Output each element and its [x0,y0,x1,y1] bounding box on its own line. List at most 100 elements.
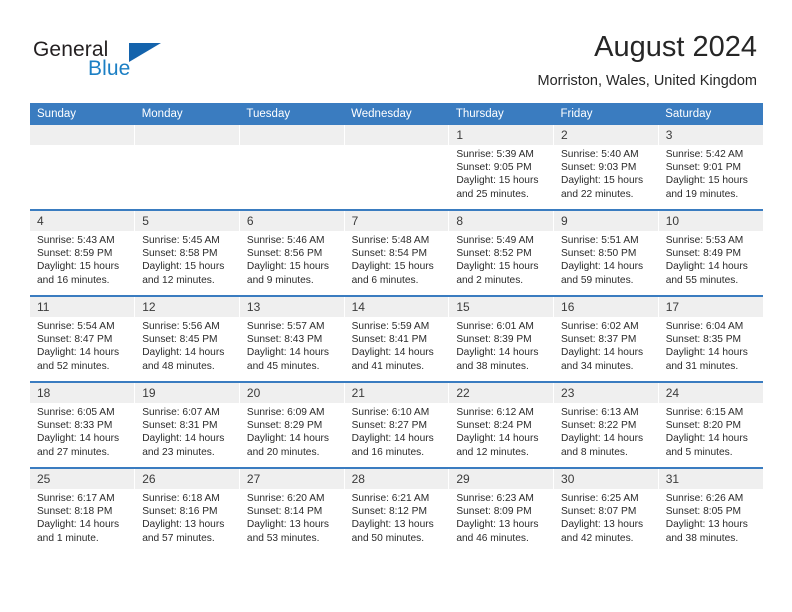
day-details: Sunrise: 6:20 AM Sunset: 8:14 PM Daylight:… [240,489,344,545]
daylight-duration-line2: and 55 minutes. [665,274,739,286]
calendar-day-cell[interactable]: 5 Sunrise: 5:45 AM Sunset: 8:58 PM Daylight… [134,209,240,296]
daylight-duration-line1: Daylight: 14 hours [142,433,225,445]
day-details: Sunrise: 6:05 AM Sunset: 8:33 PM Daylight:… [30,403,134,459]
calendar-day-cell[interactable]: 1 Sunrise: 5:39 AM Sunset: 9:05 PM Daylight… [448,125,554,210]
calendar-week-row: 18 Sunrise: 6:05 AM Sunset: 8:33 PM Dayligh… [30,381,763,468]
daylight-duration-line1: Daylight: 13 hours [142,519,225,531]
calendar-day-cell[interactable]: 13 Sunrise: 5:57 AM Sunset: 8:43 PM Dayligh… [238,295,345,382]
weekday-header-row: Sunday Monday Tuesday Wednesday Thursday… [30,103,763,125]
calendar-day-cell[interactable]: 29 Sunrise: 6:23 AM Sunset: 8:09 PM Dayligh… [448,467,554,553]
day-number: 9 [554,211,658,231]
sunrise-time: Sunrise: 6:10 AM [351,407,430,418]
calendar-day-cell[interactable]: 18 Sunrise: 6:05 AM Sunset: 8:33 PM Dayligh… [30,381,135,468]
calendar-day-cell[interactable]: 22 Sunrise: 6:12 AM Sunset: 8:24 PM Dayligh… [448,381,554,468]
calendar-day-cell[interactable]: 19 Sunrise: 6:07 AM Sunset: 8:31 PM Dayligh… [134,381,240,468]
calendar-day-cell[interactable]: 16 Sunrise: 6:02 AM Sunset: 8:37 PM Dayligh… [553,295,659,382]
sunrise-time: Sunrise: 5:53 AM [665,235,744,246]
calendar-day-cell[interactable]: 23 Sunrise: 6:13 AM Sunset: 8:22 PM Dayligh… [553,381,659,468]
daylight-duration-line1: Daylight: 13 hours [561,519,644,531]
calendar-day-cell[interactable]: 8 Sunrise: 5:49 AM Sunset: 8:52 PM Daylight… [448,209,554,296]
sunrise-time: Sunrise: 6:23 AM [456,493,534,504]
calendar-day-cell[interactable]: 26 Sunrise: 6:18 AM Sunset: 8:16 PM Dayligh… [134,467,240,553]
logo-text-blue: Blue [88,57,131,80]
calendar-day-cell[interactable]: 21 Sunrise: 6:10 AM Sunset: 8:27 PM Dayligh… [343,381,449,468]
daylight-duration-line2: and 34 minutes. [561,360,634,372]
sunrise-time: Sunrise: 5:48 AM [351,235,430,246]
calendar-day-cell[interactable]: 3 Sunrise: 5:42 AM Sunset: 9:01 PM Daylight… [657,125,763,210]
calendar-day-cell[interactable]: 17 Sunrise: 6:04 AM Sunset: 8:35 PM Dayligh… [657,295,763,382]
daylight-duration-line1: Daylight: 14 hours [142,347,225,359]
daylight-duration-line2: and 45 minutes. [246,360,320,372]
daylight-duration-line1: Daylight: 15 hours [561,175,644,187]
page-title: August 2024 [594,31,757,63]
daylight-duration-line1: Daylight: 14 hours [246,433,330,445]
sunrise-time: Sunrise: 6:13 AM [561,407,639,418]
daylight-duration-line2: and 20 minutes. [246,446,320,458]
sunrise-time: Sunrise: 6:25 AM [561,493,639,504]
calendar-day-cell[interactable]: 28 Sunrise: 6:21 AM Sunset: 8:12 PM Dayligh… [343,467,449,553]
daylight-duration-line2: and 38 minutes. [456,360,529,372]
daylight-duration-line1: Daylight: 14 hours [456,433,539,445]
calendar-day-cell[interactable]: 9 Sunrise: 5:51 AM Sunset: 8:50 PM Daylight… [553,209,659,296]
day-details: Sunrise: 5:51 AM Sunset: 8:50 PM Daylight:… [554,231,658,287]
calendar-day-cell[interactable]: 31 Sunrise: 6:26 AM Sunset: 8:05 PM Dayligh… [657,467,763,553]
day-details: Sunrise: 5:49 AM Sunset: 8:52 PM Daylight:… [449,231,553,287]
sunrise-time: Sunrise: 5:45 AM [142,235,220,246]
weekday-header-sunday: Sunday [30,103,135,125]
calendar-day-cell[interactable]: 10 Sunrise: 5:53 AM Sunset: 8:49 PM Dayligh… [657,209,763,296]
day-number: 1 [449,125,554,145]
sunrise-time: Sunrise: 6:05 AM [37,407,115,418]
daylight-duration-line2: and 8 minutes. [561,446,628,458]
title-block: August 2024 Morriston, Wales, United Kin… [538,30,757,90]
day-number: 19 [135,383,239,403]
day-number: 18 [30,383,135,403]
daylight-duration-line1: Daylight: 14 hours [665,347,748,359]
calendar-day-cell[interactable]: 2 Sunrise: 5:40 AM Sunset: 9:03 PM Daylight… [553,125,659,210]
day-details: Sunrise: 5:54 AM Sunset: 8:47 PM Daylight:… [30,317,134,373]
calendar-day-cell[interactable]: 20 Sunrise: 6:09 AM Sunset: 8:29 PM Dayligh… [238,381,345,468]
day-details: Sunrise: 5:53 AM Sunset: 8:49 PM Daylight:… [659,231,763,287]
sunset-time: Sunset: 8:31 PM [142,420,218,432]
sunset-time: Sunset: 9:05 PM [456,162,532,174]
sunrise-time: Sunrise: 6:17 AM [37,493,115,504]
day-number: 20 [239,383,344,403]
daylight-duration-line2: and 50 minutes. [351,532,425,544]
calendar-day-cell[interactable]: 25 Sunrise: 6:17 AM Sunset: 8:18 PM Dayligh… [30,467,135,553]
calendar-day-cell[interactable]: 27 Sunrise: 6:20 AM Sunset: 8:14 PM Dayligh… [238,467,345,553]
sunset-time: Sunset: 8:05 PM [665,506,742,518]
calendar-day-cell[interactable]: 4 Sunrise: 5:43 AM Sunset: 8:59 PM Daylight… [30,209,135,296]
day-number: 29 [449,469,554,489]
day-details: Sunrise: 6:21 AM Sunset: 8:12 PM Daylight:… [345,489,449,545]
day-details: Sunrise: 6:23 AM Sunset: 8:09 PM Daylight:… [449,489,553,545]
calendar-day-cell[interactable]: 6 Sunrise: 5:46 AM Sunset: 8:56 PM Daylight… [238,209,345,296]
sunset-time: Sunset: 8:43 PM [246,334,323,346]
day-number [30,125,135,145]
daylight-duration-line2: and 52 minutes. [37,360,110,372]
general-blue-logo[interactable]: General Blue [33,38,173,84]
sunset-time: Sunset: 8:50 PM [561,248,637,260]
calendar-cell-empty [343,125,449,210]
calendar-day-cell[interactable]: 12 Sunrise: 5:56 AM Sunset: 8:45 PM Dayligh… [134,295,240,382]
calendar-day-cell[interactable]: 11 Sunrise: 5:54 AM Sunset: 8:47 PM Dayligh… [30,295,135,382]
daylight-duration-line2: and 31 minutes. [665,360,739,372]
sunrise-time: Sunrise: 5:46 AM [246,235,325,246]
calendar-day-cell[interactable]: 15 Sunrise: 6:01 AM Sunset: 8:39 PM Dayligh… [448,295,554,382]
weekday-header-saturday: Saturday [658,103,763,125]
calendar-day-cell[interactable]: 24 Sunrise: 6:15 AM Sunset: 8:20 PM Dayligh… [657,381,763,468]
daylight-duration-line1: Daylight: 14 hours [246,347,330,359]
daylight-duration-line1: Daylight: 14 hours [561,347,644,359]
day-details: Sunrise: 5:39 AM Sunset: 9:05 PM Daylight:… [449,145,553,201]
day-details: Sunrise: 6:04 AM Sunset: 8:35 PM Daylight:… [659,317,763,373]
sunrise-time: Sunrise: 6:04 AM [665,321,744,332]
calendar-day-cell[interactable]: 30 Sunrise: 6:25 AM Sunset: 8:07 PM Dayligh… [553,467,659,553]
day-number [344,125,449,145]
daylight-duration-line1: Daylight: 15 hours [351,261,434,273]
daylight-duration-line2: and 22 minutes. [561,188,634,200]
sunset-time: Sunset: 8:35 PM [665,334,742,346]
sunset-time: Sunset: 8:22 PM [561,420,637,432]
sunset-time: Sunset: 8:27 PM [351,420,427,432]
calendar-day-cell[interactable]: 14 Sunrise: 5:59 AM Sunset: 8:41 PM Dayligh… [343,295,449,382]
sunset-time: Sunset: 8:16 PM [142,506,218,518]
sunset-time: Sunset: 9:01 PM [665,162,742,174]
calendar-day-cell[interactable]: 7 Sunrise: 5:48 AM Sunset: 8:54 PM Daylight… [343,209,449,296]
